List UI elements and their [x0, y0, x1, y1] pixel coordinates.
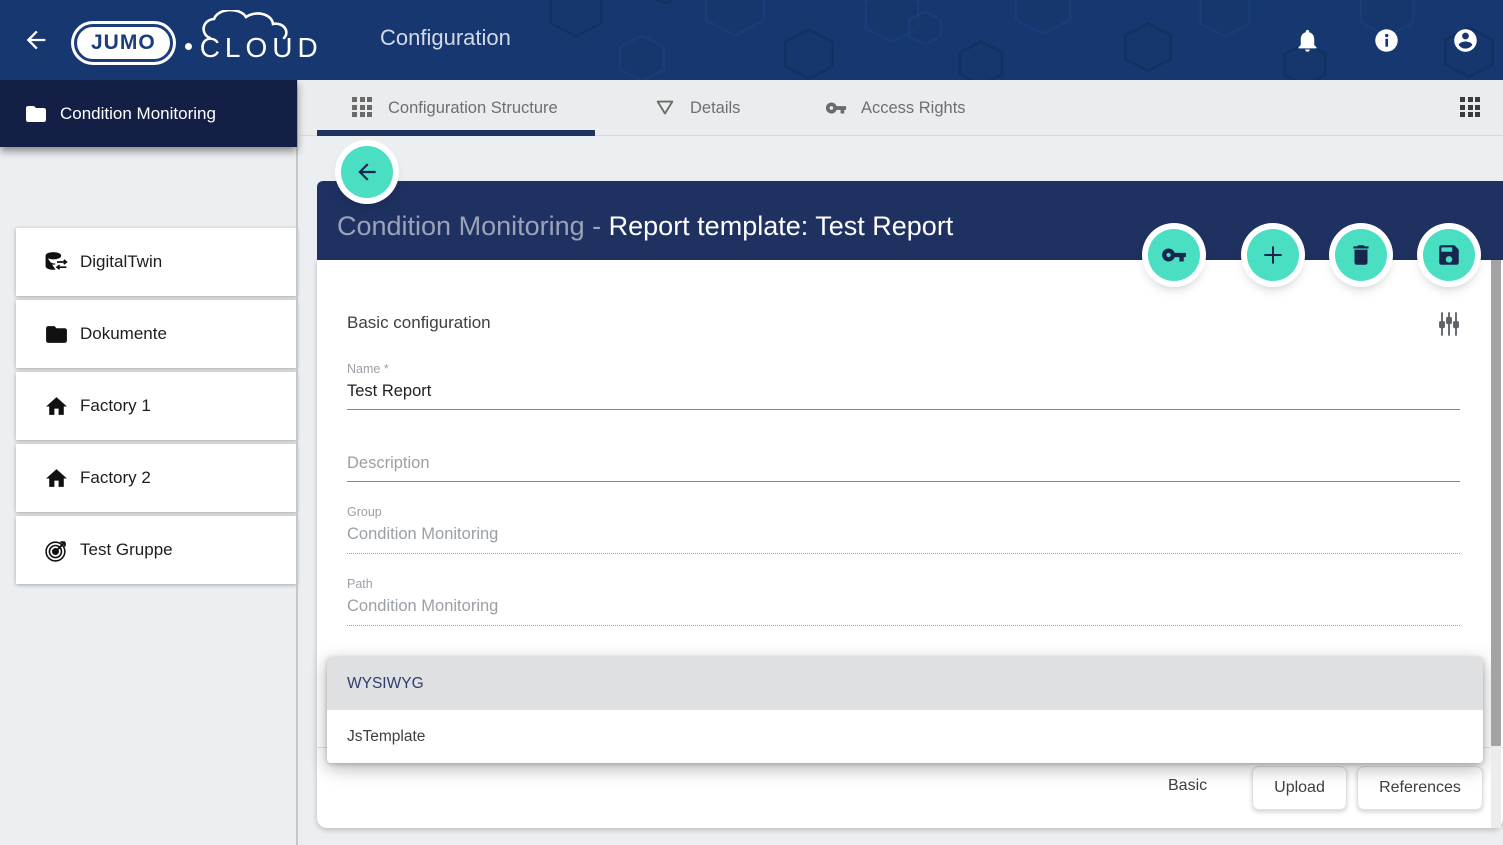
footer-tab-references[interactable]: References	[1357, 766, 1483, 810]
group-label: Group	[347, 505, 1460, 519]
top-app-bar: JUMO CLOUD Configuration	[0, 0, 1503, 80]
grid-icon	[352, 97, 374, 119]
sidebar-item-condition-monitoring[interactable]: Condition Monitoring	[0, 80, 297, 147]
sidebar-item-factory-1[interactable]: Factory 1	[16, 372, 297, 440]
navigation-sidebar: Condition Monitoring DigitalTwin Dokumen…	[0, 80, 298, 845]
add-button[interactable]	[1247, 229, 1299, 281]
tune-filter-icon[interactable]	[1435, 310, 1463, 338]
footer-tab-upload[interactable]: Upload	[1252, 766, 1347, 810]
notifications-bell-icon[interactable]	[1294, 27, 1321, 54]
brand-dot	[185, 43, 192, 50]
app-window: JUMO CLOUD Configuration Condition M	[0, 0, 1503, 845]
back-arrow-icon[interactable]	[22, 26, 50, 54]
panel-title-prefix: Condition Monitoring -	[337, 211, 609, 241]
sidebar-item-test-gruppe[interactable]: Test Gruppe	[16, 516, 297, 584]
home-icon	[44, 466, 69, 491]
brand-logo: JUMO CLOUD	[74, 22, 323, 64]
sidebar-header-label: Condition Monitoring	[60, 104, 216, 124]
apps-grid-icon[interactable]	[1460, 97, 1480, 117]
jumo-logo: JUMO	[74, 24, 173, 62]
description-input[interactable]	[347, 452, 1460, 482]
vertical-scrollbar	[1491, 260, 1501, 828]
field-name: Name *	[347, 362, 1460, 410]
tab-configuration-structure[interactable]: Configuration Structure	[352, 80, 558, 136]
active-tab-underline	[317, 130, 595, 136]
footer-tab-basic[interactable]: Basic	[1168, 777, 1207, 795]
sidebar-item-label: Factory 1	[80, 396, 151, 416]
account-icon[interactable]	[1452, 27, 1479, 54]
field-group: Group Condition Monitoring	[347, 505, 1460, 554]
section-title: Basic configuration	[347, 313, 491, 333]
folder-icon	[44, 322, 69, 347]
key-icon	[825, 97, 847, 119]
access-key-button[interactable]	[1148, 229, 1200, 281]
panel-header: Condition Monitoring - Report template: …	[317, 181, 1503, 260]
sidebar-item-label: DigitalTwin	[80, 252, 162, 272]
delete-button[interactable]	[1335, 229, 1387, 281]
tab-access-rights[interactable]: Access Rights	[825, 80, 966, 136]
dropdown-option-wysiwyg[interactable]: WYSIWYG	[327, 657, 1483, 710]
funnel-icon	[654, 97, 676, 119]
target-icon	[44, 538, 69, 563]
path-value: Condition Monitoring	[347, 595, 1460, 626]
field-path: Path Condition Monitoring	[347, 577, 1460, 626]
tab-label: Details	[690, 99, 740, 118]
sidebar-item-dokumente[interactable]: Dokumente	[16, 300, 297, 368]
main-tab-bar: Configuration Structure Details Access R…	[300, 80, 1503, 136]
folder-icon	[24, 102, 48, 126]
info-icon[interactable]	[1373, 27, 1400, 54]
group-value: Condition Monitoring	[347, 523, 1460, 554]
path-label: Path	[347, 577, 1460, 591]
sidebar-item-label: Test Gruppe	[80, 540, 173, 560]
cloud-logo: CLOUD	[200, 32, 323, 64]
scrollbar-thumb[interactable]	[1491, 260, 1501, 746]
dropdown-option-jstemplate[interactable]: JsTemplate	[327, 710, 1483, 763]
sidebar-item-digitaltwin[interactable]: DigitalTwin	[16, 228, 297, 296]
digital-twin-icon	[44, 250, 69, 275]
panel-back-button[interactable]	[341, 146, 393, 198]
home-icon	[44, 394, 69, 419]
sidebar-item-label: Factory 2	[80, 468, 151, 488]
tab-details[interactable]: Details	[654, 80, 740, 136]
save-button[interactable]	[1423, 229, 1475, 281]
cloud-outline-icon	[196, 10, 316, 40]
panel-title-main: Report template: Test Report	[609, 211, 954, 241]
sidebar-item-label: Dokumente	[80, 324, 167, 344]
template-type-dropdown: WYSIWYG JsTemplate	[327, 657, 1483, 763]
sidebar-item-factory-2[interactable]: Factory 2	[16, 444, 297, 512]
sidebar-divider	[296, 80, 298, 845]
tab-label: Configuration Structure	[388, 99, 558, 118]
tab-label: Access Rights	[861, 99, 966, 118]
name-label: Name *	[347, 362, 1460, 376]
page-title: Configuration	[380, 25, 511, 51]
panel-title: Condition Monitoring - Report template: …	[337, 211, 953, 242]
field-description	[347, 452, 1460, 482]
name-input[interactable]	[347, 380, 1460, 410]
